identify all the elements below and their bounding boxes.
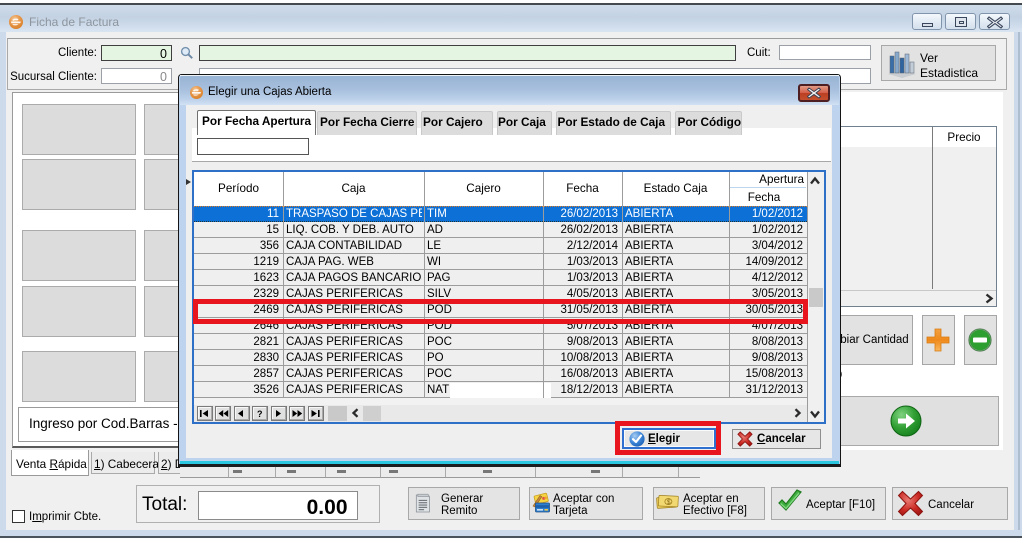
svg-text:?: ? [257, 409, 263, 419]
svg-text:$: $ [667, 499, 671, 506]
